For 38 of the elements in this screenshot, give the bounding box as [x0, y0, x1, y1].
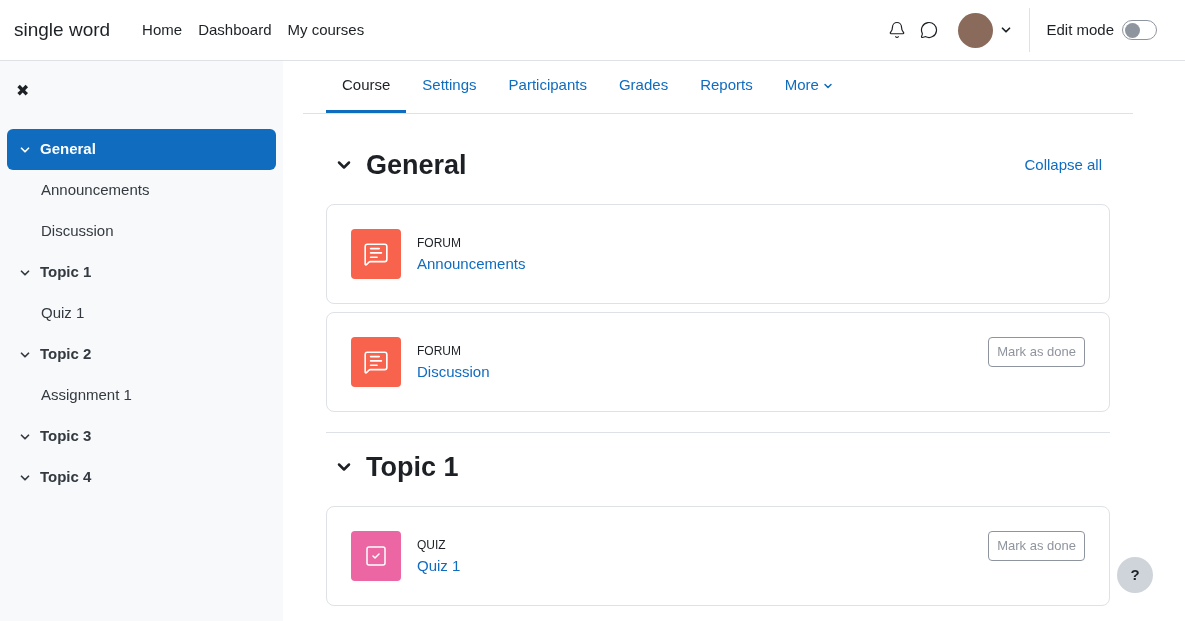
nav-link[interactable]: My courses	[287, 18, 365, 42]
nav-link[interactable]: Dashboard	[198, 18, 272, 42]
chat-icon	[363, 349, 389, 375]
activity-item[interactable]: Quiz 1	[7, 293, 276, 334]
activity-type: FORUM	[417, 343, 462, 359]
section-item[interactable]: Topic 4	[7, 457, 276, 498]
edit-mode-switch[interactable]	[1122, 20, 1157, 40]
activity-link[interactable]: Quiz 1	[417, 555, 461, 578]
help-button[interactable]: ?	[1117, 557, 1153, 593]
section-item[interactable]: Topic 1	[7, 252, 276, 293]
tab[interactable]: More	[768, 61, 850, 113]
activity-link[interactable]: Announcements	[417, 253, 526, 276]
edit-mode-label: Edit mode	[1046, 19, 1114, 40]
section-item[interactable]: Topic 2	[7, 334, 276, 375]
section-title: Topic 1	[366, 450, 459, 484]
checkbox-icon	[364, 544, 388, 568]
section-item[interactable]: General	[7, 129, 276, 170]
tab[interactable]: Settings	[406, 61, 493, 113]
activity-item[interactable]: Discussion	[7, 211, 276, 252]
activity-item[interactable]: Assignment 1	[7, 375, 276, 416]
section-item[interactable]: Topic 3	[7, 416, 276, 457]
avatar[interactable]	[958, 12, 994, 48]
activity-type: FORUM	[417, 235, 462, 251]
tab[interactable]: Participants	[492, 61, 603, 113]
activity-item[interactable]: Announcements	[7, 170, 276, 211]
section-title: General	[366, 148, 467, 182]
activity-type: QUIZ	[417, 537, 447, 553]
tab[interactable]: Grades	[602, 61, 685, 113]
tab[interactable]: Course	[326, 61, 407, 113]
activity-link[interactable]: Discussion	[417, 361, 490, 384]
site-name[interactable]: single word	[14, 15, 111, 45]
chat-icon	[363, 241, 389, 267]
close-button[interactable]: ✖	[16, 79, 29, 103]
message-icon[interactable]	[920, 21, 939, 39]
collapse-all-link[interactable]: Collapse all	[1024, 153, 1102, 177]
notification-icon[interactable]	[888, 21, 907, 39]
tab[interactable]: Reports	[684, 61, 769, 113]
nav-link[interactable]: Home	[142, 18, 183, 42]
